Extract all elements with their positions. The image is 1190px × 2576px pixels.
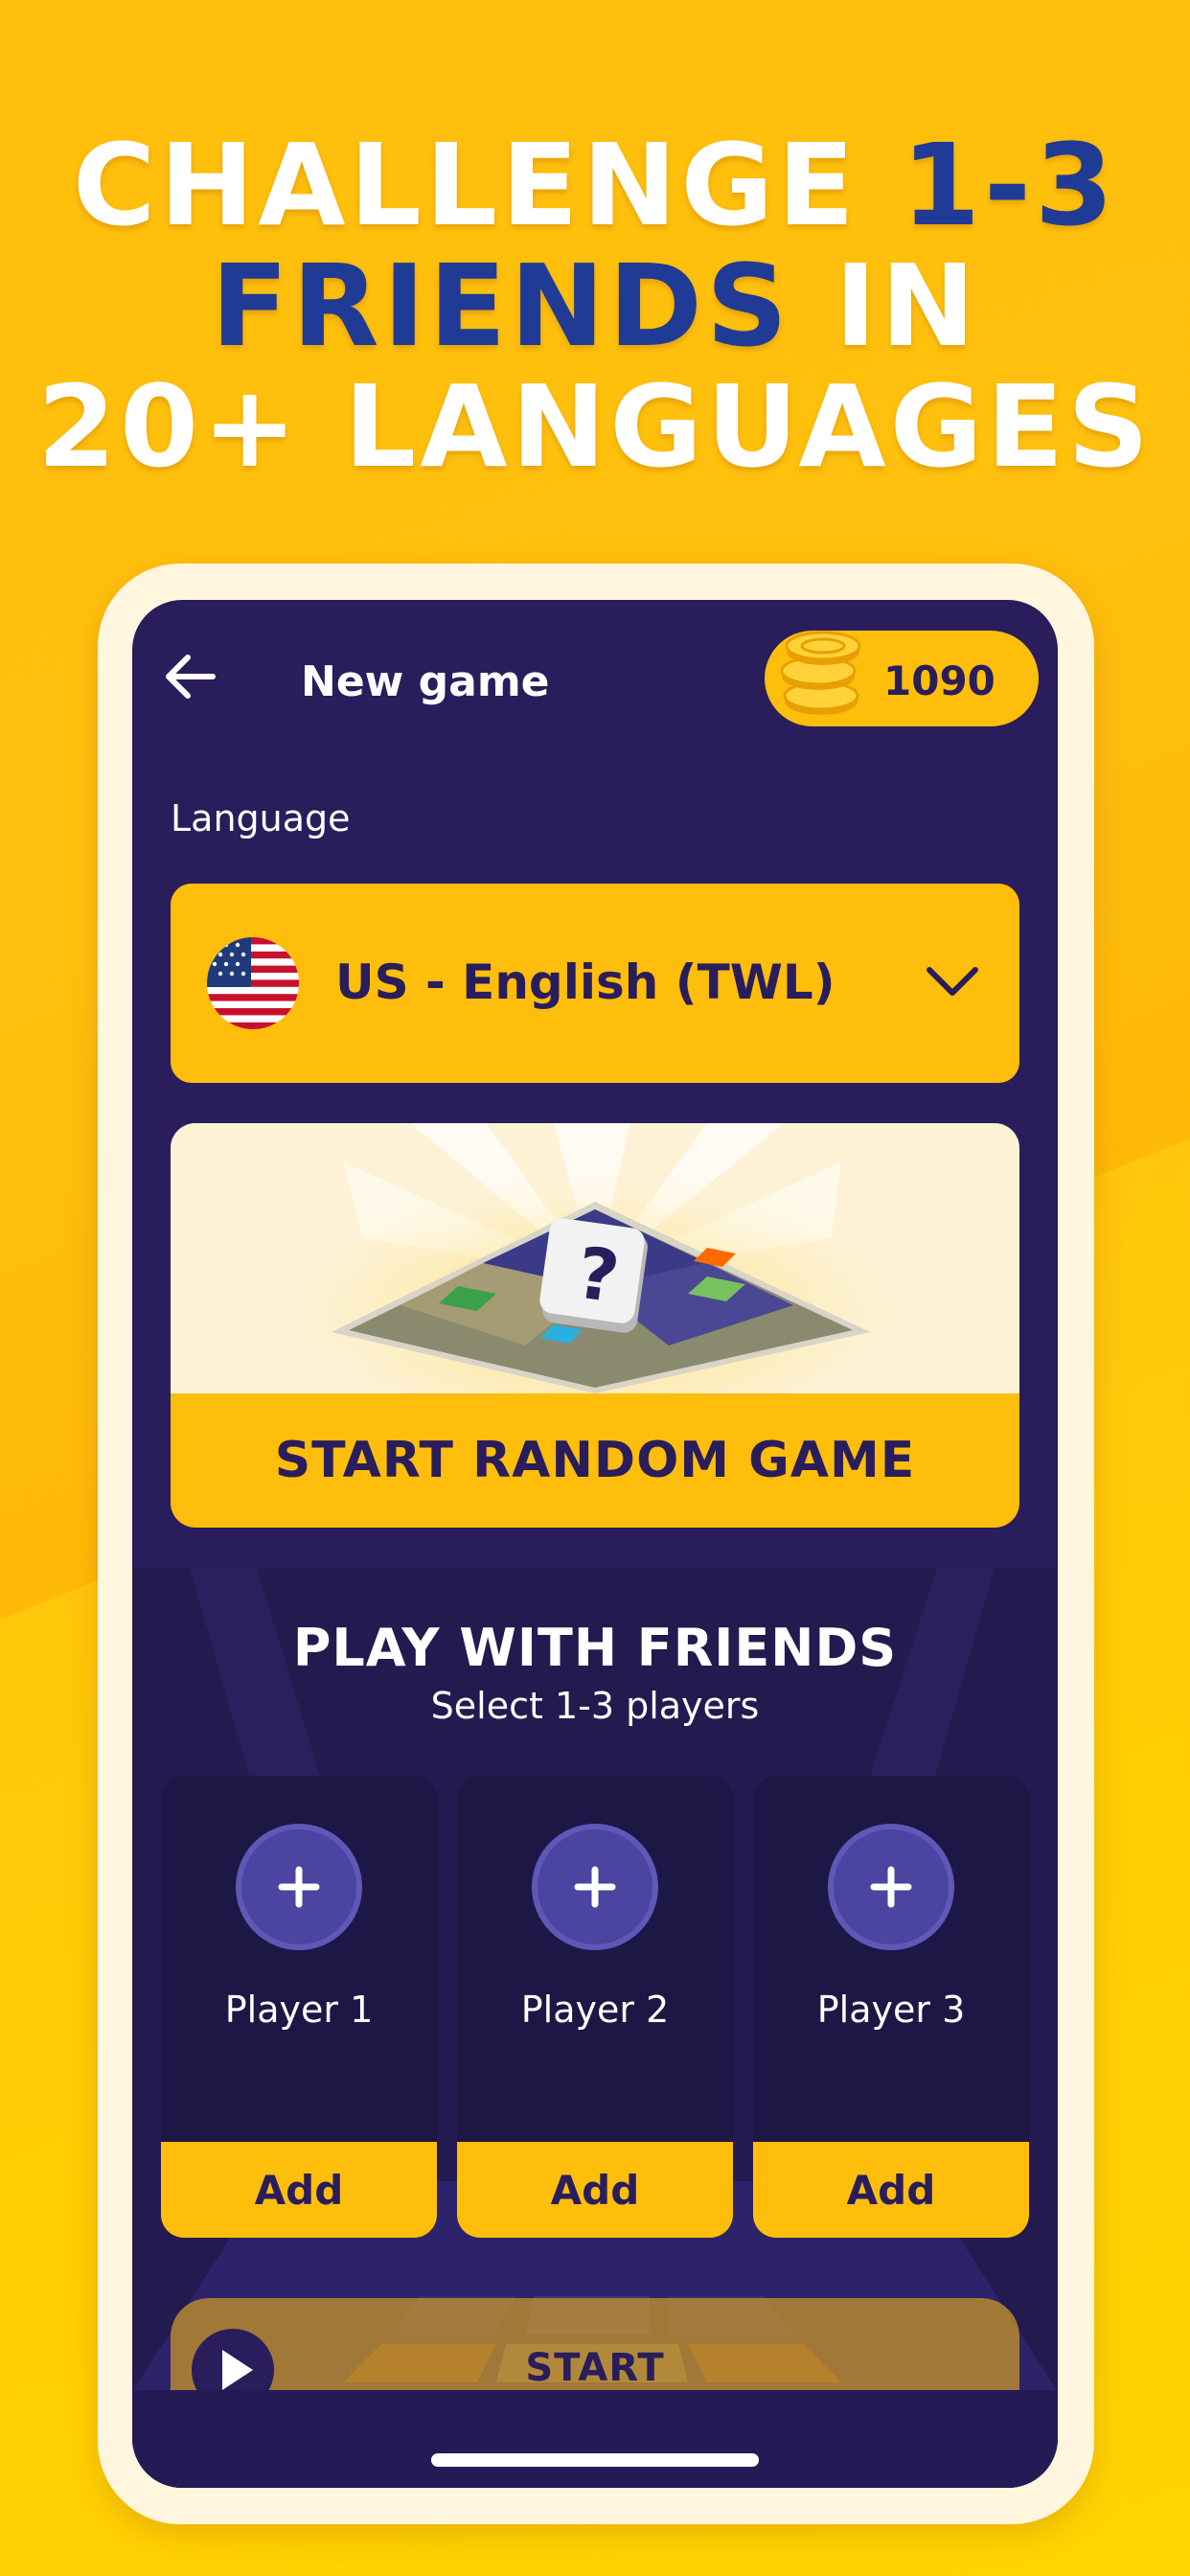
player-name: Player 3: [816, 1989, 966, 2031]
headline-line-3: 20+ LANGUAGES: [0, 366, 1190, 487]
top-bar: New game 1090: [132, 600, 1058, 726]
player-card-3: Player 3 Add: [753, 1776, 1029, 2238]
start-random-game-card[interactable]: ? START RANDOM GAME: [171, 1123, 1019, 1528]
back-button[interactable]: [159, 646, 220, 707]
plus-icon: [574, 1866, 616, 1908]
play-with-friends-subtitle: Select 1-3 players: [430, 1685, 760, 1727]
selected-language: US - English (TWL): [335, 954, 835, 1010]
coin-count: 1090: [883, 657, 995, 704]
headline-text: IN: [790, 240, 979, 372]
headline-text-highlight: 1-3: [901, 119, 1118, 251]
add-player-3-button[interactable]: Add: [753, 2142, 1029, 2238]
arrow-left-icon: [166, 655, 216, 699]
add-player-2-button[interactable]: Add: [457, 2142, 733, 2238]
headline-text: CHALLENGE: [72, 119, 902, 251]
random-game-illustration: ?: [171, 1123, 1019, 1420]
mystery-tile-letter: ?: [571, 1231, 625, 1320]
player-name: Player 1: [224, 1989, 374, 2031]
headline-line-2: FRIENDS IN: [0, 245, 1190, 366]
player-name: Player 2: [520, 1989, 670, 2031]
add-player-2-icon-button[interactable]: [532, 1824, 658, 1950]
plus-icon: [870, 1866, 912, 1908]
coin-balance[interactable]: 1090: [765, 631, 1039, 726]
language-dropdown[interactable]: US - English (TWL): [171, 884, 1019, 1083]
chevron-down-icon: [927, 967, 978, 996]
add-player-1-icon-button[interactable]: [236, 1824, 362, 1950]
add-player-1-button[interactable]: Add: [161, 2142, 437, 2238]
headline-text-highlight: FRIENDS: [211, 240, 791, 372]
coin-stack-icon: [780, 631, 861, 715]
us-flag-icon: [207, 937, 299, 1029]
language-label: Language: [171, 797, 351, 840]
headline-text: 20+ LANGUAGES: [36, 360, 1154, 493]
start-random-game-label: START RANDOM GAME: [274, 1432, 916, 1489]
home-indicator[interactable]: [431, 2453, 759, 2467]
player-card-1: Player 1 Add: [161, 1776, 437, 2238]
bottom-safe-area: [132, 2390, 1058, 2488]
page-title: New game: [301, 657, 550, 706]
plus-icon: [278, 1866, 320, 1908]
app-screen: New game 1090 Language US - English (TWL…: [132, 600, 1058, 2488]
add-player-3-icon-button[interactable]: [828, 1824, 954, 1950]
play-with-friends-title: PLAY WITH FRIENDS: [292, 1618, 898, 1678]
start-label: START: [525, 2346, 665, 2390]
headline-line-1: CHALLENGE 1-3: [0, 125, 1190, 245]
promo-headline: CHALLENGE 1-3 FRIENDS IN 20+ LANGUAGES: [0, 125, 1190, 487]
player-card-2: Player 2 Add: [457, 1776, 733, 2238]
